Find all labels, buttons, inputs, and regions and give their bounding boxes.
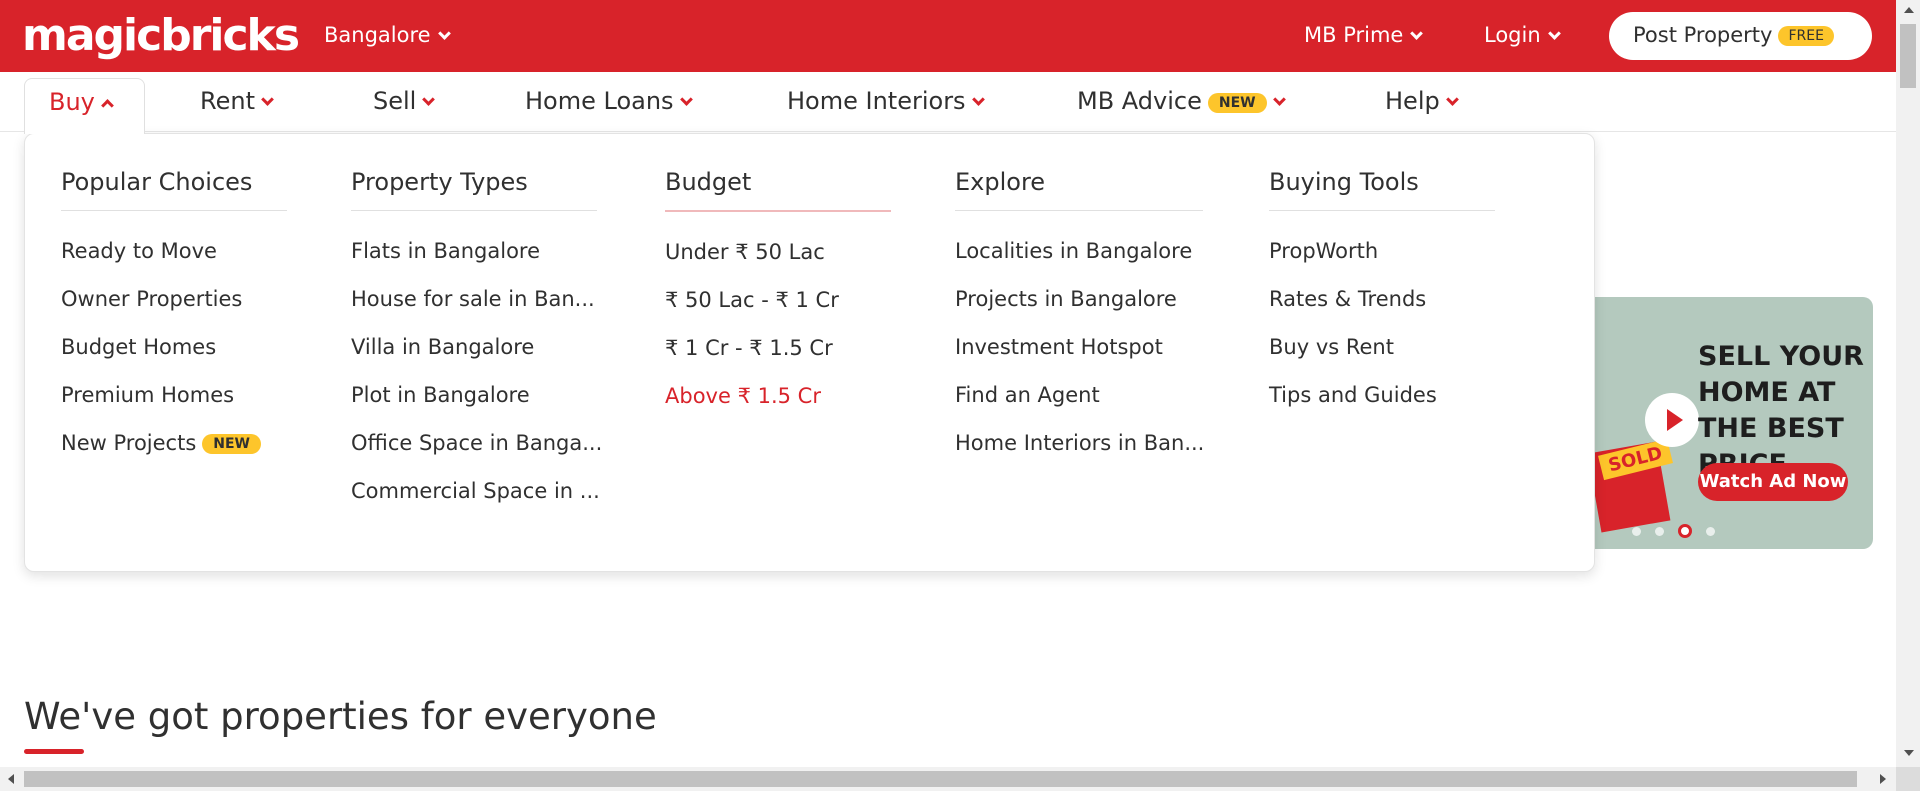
menu-link[interactable]: Premium Homes <box>61 383 287 431</box>
nav-buy[interactable]: Buy <box>24 78 145 134</box>
carousel-dot-active[interactable] <box>1678 524 1692 538</box>
chevron-down-icon <box>1272 93 1286 106</box>
nav-sell-label: Sell <box>373 87 417 115</box>
column-title: Property Types <box>351 168 597 211</box>
column-title: Popular Choices <box>61 168 287 211</box>
mb-prime-menu[interactable]: MB Prime <box>1304 23 1424 47</box>
menu-link-selected[interactable]: Above ₹ 1.5 Cr <box>665 384 891 432</box>
horizontal-scroll-thumb[interactable] <box>24 771 1857 787</box>
nav-home-interiors[interactable]: Home Interiors <box>787 87 985 115</box>
menu-link[interactable]: Plot in Bangalore <box>351 383 602 431</box>
menu-link[interactable]: Villa in Bangalore <box>351 335 602 383</box>
menu-link[interactable]: ₹ 50 Lac - ₹ 1 Cr <box>665 288 891 336</box>
nav-help-label: Help <box>1385 87 1440 115</box>
top-header: magicbricks Bangalore MB Prime Login Pos… <box>0 0 1896 72</box>
nav-rent-label: Rent <box>200 87 255 115</box>
budget-column: Budget Under ₹ 50 Lac ₹ 50 Lac - ₹ 1 Cr … <box>665 168 891 432</box>
menu-link[interactable]: ₹ 1 Cr - ₹ 1.5 Cr <box>665 336 891 384</box>
menu-link-label: New Projects <box>61 431 197 455</box>
mb-prime-label: MB Prime <box>1304 23 1404 47</box>
chevron-down-icon <box>422 93 436 106</box>
menu-link[interactable]: Investment Hotspot <box>955 335 1204 383</box>
menu-link[interactable]: Buy vs Rent <box>1269 335 1495 383</box>
menu-link[interactable]: Projects in Bangalore <box>955 287 1204 335</box>
carousel-dots <box>1632 521 1729 540</box>
nav-mb-advice[interactable]: MB Advice NEW <box>1077 87 1286 115</box>
nav-buy-inner: Buy <box>49 88 114 116</box>
heading-underline <box>24 749 84 754</box>
nav-mb-advice-label: MB Advice <box>1077 87 1202 115</box>
column-title: Buying Tools <box>1269 168 1495 211</box>
main-nav: Rent Sell Home Loans Home Interiors MB A… <box>0 72 1896 132</box>
carousel-dot[interactable] <box>1655 527 1664 536</box>
scroll-left-icon[interactable] <box>8 774 14 784</box>
menu-link[interactable]: House for sale in Ban... <box>351 287 602 335</box>
menu-link[interactable]: PropWorth <box>1269 239 1495 287</box>
menu-link[interactable]: Flats in Bangalore <box>351 239 602 287</box>
new-badge: NEW <box>202 434 262 454</box>
post-property-label: Post Property <box>1633 23 1773 47</box>
menu-link[interactable]: Find an Agent <box>955 383 1204 431</box>
menu-link-new-projects[interactable]: New Projects NEW <box>61 431 287 479</box>
promo-banner[interactable]: SOLD SELL YOUR HOME AT THE BEST PRICE Wa… <box>1580 297 1873 549</box>
scroll-down-icon[interactable] <box>1904 750 1914 756</box>
scrollbar-corner <box>1896 767 1920 791</box>
chevron-down-icon <box>437 27 451 40</box>
watch-ad-button[interactable]: Watch Ad Now <box>1698 463 1848 501</box>
new-badge: NEW <box>1207 93 1267 113</box>
chevron-down-icon <box>971 93 985 106</box>
nav-home-loans[interactable]: Home Loans <box>525 87 693 115</box>
chevron-down-icon <box>1410 27 1424 40</box>
scroll-right-icon[interactable] <box>1880 774 1886 784</box>
menu-link[interactable]: Ready to Move <box>61 239 287 287</box>
nav-sell[interactable]: Sell <box>373 87 436 115</box>
city-label: Bangalore <box>324 23 431 47</box>
login-label: Login <box>1484 23 1541 47</box>
chevron-down-icon <box>679 93 693 106</box>
vertical-scroll-thumb[interactable] <box>1900 24 1916 88</box>
menu-link[interactable]: Under ₹ 50 Lac <box>665 240 891 288</box>
vertical-scrollbar[interactable] <box>1896 0 1920 767</box>
magicbricks-logo[interactable]: magicbricks <box>22 10 300 61</box>
carousel-dot[interactable] <box>1632 527 1641 536</box>
login-menu[interactable]: Login <box>1484 23 1561 47</box>
banner-headline: SELL YOUR HOME AT THE BEST PRICE <box>1698 341 1864 480</box>
popular-choices-column: Popular Choices Ready to Move Owner Prop… <box>61 168 287 479</box>
column-title: Budget <box>665 168 891 212</box>
section-heading: We've got properties for everyone <box>24 695 657 738</box>
buy-mega-menu: Popular Choices Ready to Move Owner Prop… <box>24 133 1595 572</box>
chevron-down-icon <box>1547 27 1561 40</box>
nav-help[interactable]: Help <box>1385 87 1459 115</box>
menu-link[interactable]: Office Space in Banga... <box>351 431 602 479</box>
horizontal-scrollbar[interactable] <box>0 767 1896 791</box>
menu-link[interactable]: Rates & Trends <box>1269 287 1495 335</box>
menu-link[interactable]: Tips and Guides <box>1269 383 1495 431</box>
menu-link[interactable]: Home Interiors in Ban... <box>955 431 1204 479</box>
chevron-down-icon <box>1445 93 1459 106</box>
explore-column: Explore Localities in Bangalore Projects… <box>955 168 1204 479</box>
play-icon[interactable] <box>1645 393 1699 447</box>
chevron-up-icon <box>101 99 114 112</box>
menu-link[interactable]: Localities in Bangalore <box>955 239 1204 287</box>
chevron-down-icon <box>261 93 274 106</box>
menu-link[interactable]: Budget Homes <box>61 335 287 383</box>
nav-buy-label: Buy <box>49 88 95 116</box>
buying-tools-column: Buying Tools PropWorth Rates & Trends Bu… <box>1269 168 1495 431</box>
carousel-dot[interactable] <box>1706 527 1715 536</box>
column-title: Explore <box>955 168 1203 211</box>
city-selector[interactable]: Bangalore <box>324 23 451 47</box>
nav-home-interiors-label: Home Interiors <box>787 87 966 115</box>
free-badge: FREE <box>1778 26 1834 46</box>
property-types-column: Property Types Flats in Bangalore House … <box>351 168 602 527</box>
menu-link[interactable]: Owner Properties <box>61 287 287 335</box>
post-property-button[interactable]: Post Property FREE <box>1609 12 1872 60</box>
scroll-up-icon[interactable] <box>1904 7 1914 13</box>
nav-home-loans-label: Home Loans <box>525 87 674 115</box>
menu-link[interactable]: Commercial Space in ... <box>351 479 602 527</box>
nav-rent[interactable]: Rent <box>200 87 274 115</box>
